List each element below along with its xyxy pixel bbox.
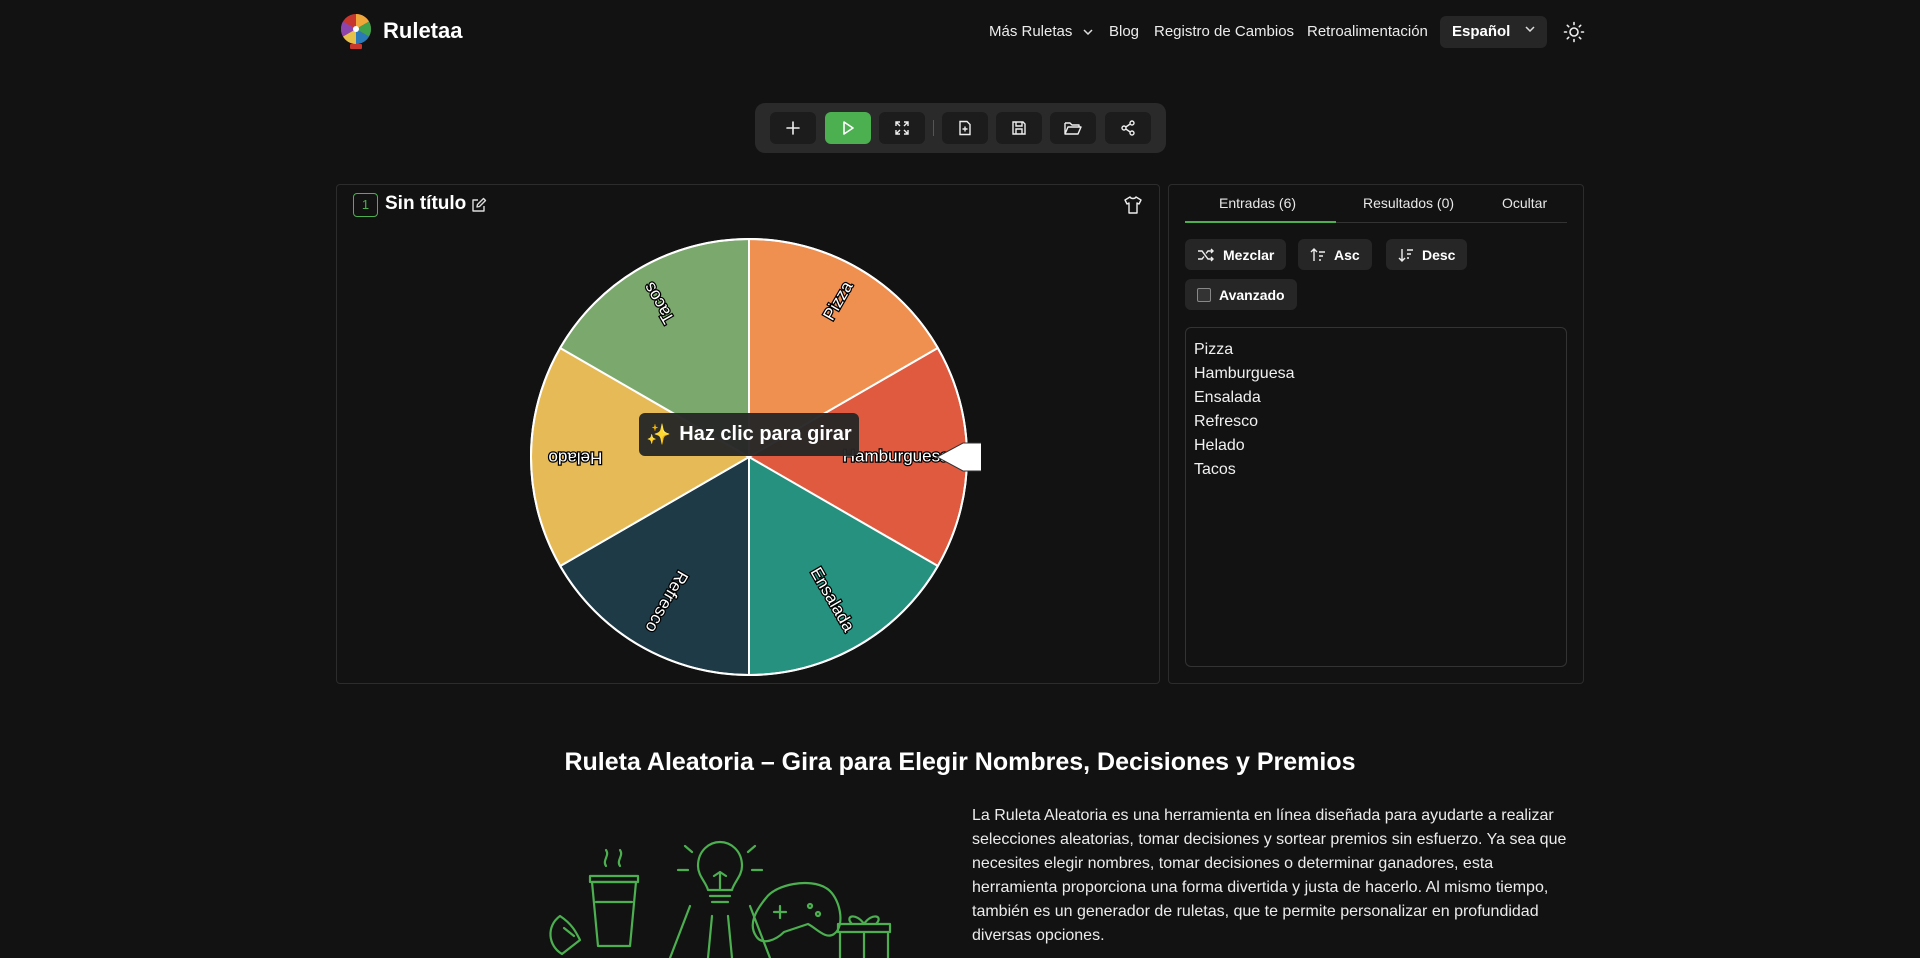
tab-entries[interactable]: Entradas (6) (1219, 195, 1296, 211)
shuffle-label: Mezclar (1223, 246, 1275, 263)
spin-prompt-label: Haz clic para girar (679, 423, 852, 445)
entry-line: Pizza (1194, 341, 1234, 358)
sort-desc-button[interactable]: Desc (1386, 239, 1468, 270)
entries-tabs: Entradas (6) Resultados (0) Ocultar (1185, 185, 1567, 223)
share-button[interactable] (1105, 112, 1151, 144)
entry-line: Ensalada (1194, 389, 1261, 406)
section-title: Ruleta Aleatoria – Gira para Elegir Nomb… (564, 748, 1356, 776)
wheel-segment-label: Helado (548, 449, 602, 468)
open-button[interactable] (1050, 112, 1096, 144)
nav-more-wheels[interactable]: Más Ruletas (989, 23, 1093, 40)
sort-asc-button[interactable]: Asc (1298, 239, 1372, 270)
shirt-icon[interactable] (1123, 195, 1143, 215)
description-text: La Ruleta Aleatoria es una herramienta e… (972, 807, 1567, 944)
advanced-toggle[interactable]: Avanzado (1185, 279, 1297, 310)
entry-line: Hamburguesa (1194, 365, 1295, 382)
shuffle-icon (1198, 248, 1214, 261)
logo-icon[interactable] (339, 12, 373, 50)
expand-icon (895, 121, 909, 135)
advanced-label: Avanzado (1219, 286, 1285, 303)
sparkles-icon: ✨ (646, 424, 672, 446)
tab-results[interactable]: Resultados (0) (1363, 195, 1454, 211)
nav-changelog[interactable]: Registro de Cambios (1154, 23, 1294, 40)
sort-desc-label: Desc (1422, 246, 1456, 263)
folder-open-icon (1064, 122, 1082, 135)
spin-prompt[interactable]: ✨ Haz clic para girar (639, 413, 859, 456)
add-wheel-button[interactable] (770, 112, 816, 144)
wheel-title[interactable]: Sin título (385, 193, 466, 215)
header: Ruletaa Más Ruletas Blog Registro de Cam… (0, 0, 1920, 64)
entries-textarea[interactable]: Pizza Hamburguesa Ensalada Refresco Hela… (1185, 327, 1567, 667)
tab-hide[interactable]: Ocultar (1502, 195, 1547, 211)
shuffle-button[interactable]: Mezclar (1185, 239, 1287, 270)
chevron-down-icon (1083, 29, 1093, 36)
ideas-illustration (549, 840, 892, 958)
nav-more-wheels-label: Más Ruletas (989, 23, 1073, 40)
nav-blog[interactable]: Blog (1109, 23, 1139, 40)
sort-asc-label: Asc (1334, 246, 1360, 263)
file-plus-icon (959, 120, 971, 136)
language-select[interactable]: Español (1440, 16, 1547, 48)
edit-icon[interactable] (471, 197, 487, 213)
sort-desc-icon (1398, 248, 1413, 262)
advanced-checkbox[interactable] (1197, 287, 1211, 302)
save-icon (1012, 121, 1026, 135)
fullscreen-button[interactable] (879, 112, 925, 144)
toolbar-divider (933, 120, 934, 136)
active-tab-indicator (1185, 221, 1336, 223)
language-label: Español (1452, 23, 1511, 40)
chevron-down-icon (1525, 26, 1535, 32)
wheel-panel: 1 Sin título Pizza Hamburguesa Ensalada Ref… (336, 184, 1160, 684)
entry-line: Refresco (1194, 413, 1259, 430)
sort-asc-icon (1310, 247, 1325, 261)
plus-icon (786, 121, 800, 135)
save-button[interactable] (996, 112, 1042, 144)
entry-line: Helado (1194, 437, 1245, 454)
wheel-number-badge: 1 (353, 193, 378, 217)
wheel[interactable]: PizzaHamburguesaEnsaladaRefrescoHeladoTa… (517, 235, 981, 679)
sun-icon[interactable] (1563, 21, 1585, 43)
nav-feedback[interactable]: Retroalimentación (1307, 23, 1428, 40)
spin-button[interactable] (825, 112, 871, 144)
wheel-toolbar (755, 103, 1166, 153)
brand-name[interactable]: Ruletaa (383, 18, 462, 44)
entries-panel: Entradas (6) Resultados (0) Ocultar Mezc… (1168, 184, 1584, 684)
new-file-button[interactable] (942, 112, 988, 144)
share-icon (1121, 120, 1135, 136)
entry-line: Tacos (1194, 461, 1236, 478)
play-icon (843, 121, 854, 135)
